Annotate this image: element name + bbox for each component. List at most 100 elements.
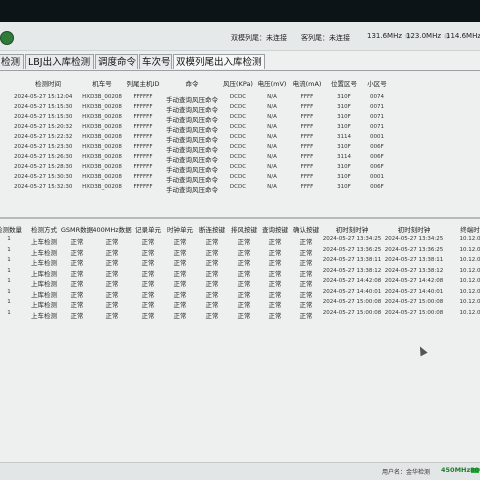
column-header: 查询按键	[262, 226, 288, 234]
column-header: GSMR数据	[60, 226, 94, 234]
table-cell: 正常	[299, 290, 313, 299]
table-row[interactable]: 2024-05-27 15:30:30 HXD3B_00208 FFFFFF 手动查询…	[0, 174, 480, 184]
tab-dispatch-command[interactable]: 调度命令	[95, 54, 138, 69]
table-row[interactable]: 2024-05-27 15:26:30 HXD3B_00208 FFFFFF 手动查询…	[0, 154, 480, 164]
table-row[interactable]: 1 上库检测 正常 正常 正常 正常 正常 正常 正常 正常 2024-05-27 13:38:12…	[0, 268, 480, 278]
table-cell: 2024-05-27 13:38:12	[384, 267, 444, 274]
column-header: 风压(KPa)	[223, 80, 253, 88]
table-cell: 2024-05-27 13:38:11	[384, 257, 444, 263]
table-cell: N/A	[267, 104, 277, 110]
table-cell: 正常	[70, 301, 84, 309]
table-cell: 正常	[105, 290, 119, 299]
bottom-status-bar: 用户名：金华检测 450MHz 800MHz	[0, 462, 480, 480]
table-cell: 1	[7, 257, 11, 263]
table-cell: N/A	[267, 144, 277, 150]
table-row[interactable]: 2024-05-27 15:23:30 HXD3B_00208 FFFFFF 手动查询…	[0, 144, 480, 154]
table-cell: 手动查询风压命令	[166, 96, 218, 104]
table-cell: DCDC	[229, 124, 247, 130]
table-cell: 手动查询风压命令	[166, 136, 218, 144]
table-cell: 正常	[205, 280, 219, 288]
table-cell: 正常	[237, 301, 251, 309]
table-cell: 正常	[105, 301, 119, 309]
table-cell: DCDC	[229, 184, 247, 190]
table-cell: 正常	[205, 248, 219, 257]
table-cell: HXD3B_00208	[82, 144, 122, 150]
table-row[interactable]: 1 上车检测 正常 正常 正常 正常 正常 正常 正常 正常 2024-05-27 13:34:25…	[0, 236, 480, 246]
table-cell: 2024-05-27 14:40:01	[384, 288, 444, 295]
table-row[interactable]: 1 上库检测 正常 正常 正常 正常 正常 正常 正常 正常 2024-05-27 15:00:08…	[0, 299, 480, 309]
column-header: 检测数量	[0, 226, 22, 234]
table-row[interactable]: 1 上库检测 正常 正常 正常 正常 正常 正常 正常 正常 2024-05-27 14:40:01…	[0, 289, 480, 299]
table-cell: FFFFFF	[133, 164, 153, 170]
table-cell: 2024-05-27 13:36:25	[384, 246, 444, 253]
table-row[interactable]: 1 上库检测 正常 正常 正常 正常 正常 正常 正常 正常 2024-05-27 14:42:08…	[0, 278, 480, 288]
table-cell: 正常	[205, 259, 219, 267]
table-cell: FFFFFF	[133, 114, 153, 120]
table-row[interactable]: 2024-05-27 15:28:30 HXD3B_00208 FFFFFF 手动查询…	[0, 164, 480, 174]
table-cell: 2024-05-27 13:34:25	[322, 236, 382, 242]
table-cell: 正常	[268, 248, 282, 257]
user-name-label: 用户名：金华检测	[382, 469, 431, 476]
table-cell: FFFFFF	[133, 184, 153, 190]
guest-tail-status: 客列尾：未连接	[301, 34, 350, 42]
table-cell: 正常	[268, 301, 282, 309]
table-cell: FFFFFF	[133, 134, 153, 140]
table-cell: 正常	[299, 269, 313, 278]
freq-indicator-2: 123.0MHz	[406, 32, 451, 40]
table-cell: 正常	[141, 290, 155, 299]
table-cell: 正常	[70, 248, 84, 257]
table-cell: FFFFFF	[133, 124, 153, 130]
table-cell: 正常	[237, 248, 251, 257]
table-cell: 10.12.0	[459, 288, 480, 295]
table-cell: 2024-05-27 15:00:08	[384, 309, 444, 316]
table-cell: FFFFFF	[133, 94, 153, 100]
table-cell: 2024-05-27 15:26:30	[14, 154, 73, 160]
table-cell: N/A	[267, 154, 277, 160]
table-cell: 0071	[370, 104, 384, 110]
tab-bar: 检测 LBJ出入库检测 调度命令 车次号 双模列尾出入库检测	[0, 54, 480, 71]
dual-tail-status: 双模列尾：未连接	[231, 34, 287, 42]
table-cell: 1	[7, 288, 11, 295]
table-cell: HXD3B_00208	[82, 104, 122, 110]
table-cell: 正常	[237, 311, 251, 320]
table-row[interactable]: 1 上车检测 正常 正常 正常 正常 正常 正常 正常 正常 2024-05-27 15:00:08…	[0, 310, 480, 320]
tab-label: 检测	[1, 57, 21, 68]
tab-label: 双模列尾出入库检测	[176, 57, 262, 68]
table-cell: 手动查询风压命令	[166, 176, 218, 184]
table-cell: HXD3B_00208	[82, 174, 122, 180]
table-cell: 手动查询风压命令	[166, 116, 218, 124]
table-row[interactable]: 1 上车检测 正常 正常 正常 正常 正常 正常 正常 正常 2024-05-27 13:38:11…	[0, 257, 480, 267]
table-cell: FFFF	[300, 144, 314, 150]
table-cell: 正常	[70, 290, 84, 299]
table-cell: 上库检测	[31, 269, 57, 278]
tab-lbj-inout[interactable]: LBJ出入库检测	[25, 54, 94, 69]
table-cell: 手动查询风压命令	[166, 156, 218, 164]
tab-check[interactable]: 检测	[0, 54, 24, 69]
tab-dual-mode-tail-inout[interactable]: 双模列尾出入库检测	[173, 54, 265, 69]
column-header: 400MHz数据	[92, 226, 132, 234]
table-cell: 1	[7, 246, 11, 253]
table-cell: 0001	[370, 134, 384, 140]
tab-label: 车次号	[142, 57, 171, 68]
table-cell: 正常	[141, 269, 155, 278]
tab-train-number[interactable]: 车次号	[139, 54, 172, 69]
table-cell: 正常	[299, 301, 313, 309]
table-cell: FFFFFF	[133, 144, 153, 150]
column-header: 命令	[185, 80, 199, 88]
table-row[interactable]: 2024-05-27 15:15:30 HXD3B_00208 FFFFFF 手动查询…	[0, 114, 480, 124]
table-cell: 3114	[337, 154, 351, 160]
app-logo-icon	[0, 31, 14, 45]
table-row[interactable]: 1 上车检测 正常 正常 正常 正常 正常 正常 正常 正常 2024-05-27 13:36:25…	[0, 247, 480, 257]
table-cell: 正常	[237, 290, 251, 299]
table-row[interactable]: 2024-05-27 15:12:04 HXD3B_00208 FFFFFF 手动查询…	[0, 94, 480, 104]
table-cell: 上车检测	[31, 259, 57, 267]
table-cell: 10.12.0	[459, 278, 480, 284]
table-row[interactable]: 2024-05-27 15:15:30 HXD3B_00208 FFFFFF 手动查询…	[0, 104, 480, 114]
table-cell: 正常	[268, 290, 282, 299]
table-row[interactable]: 2024-05-27 15:22:32 HXD3B_00208 FFFFFF 手动查询…	[0, 134, 480, 144]
table-row[interactable]: 2024-05-27 15:32:30 HXD3B_00208 FFFFFF 手动查询…	[0, 184, 480, 194]
table-cell: FFFFFF	[133, 174, 153, 180]
table-row[interactable]: 2024-05-27 15:20:32 HXD3B_00208 FFFFFF 手动查询…	[0, 124, 480, 134]
table-cell: 正常	[205, 238, 219, 246]
column-header: 记录单元	[135, 226, 161, 234]
